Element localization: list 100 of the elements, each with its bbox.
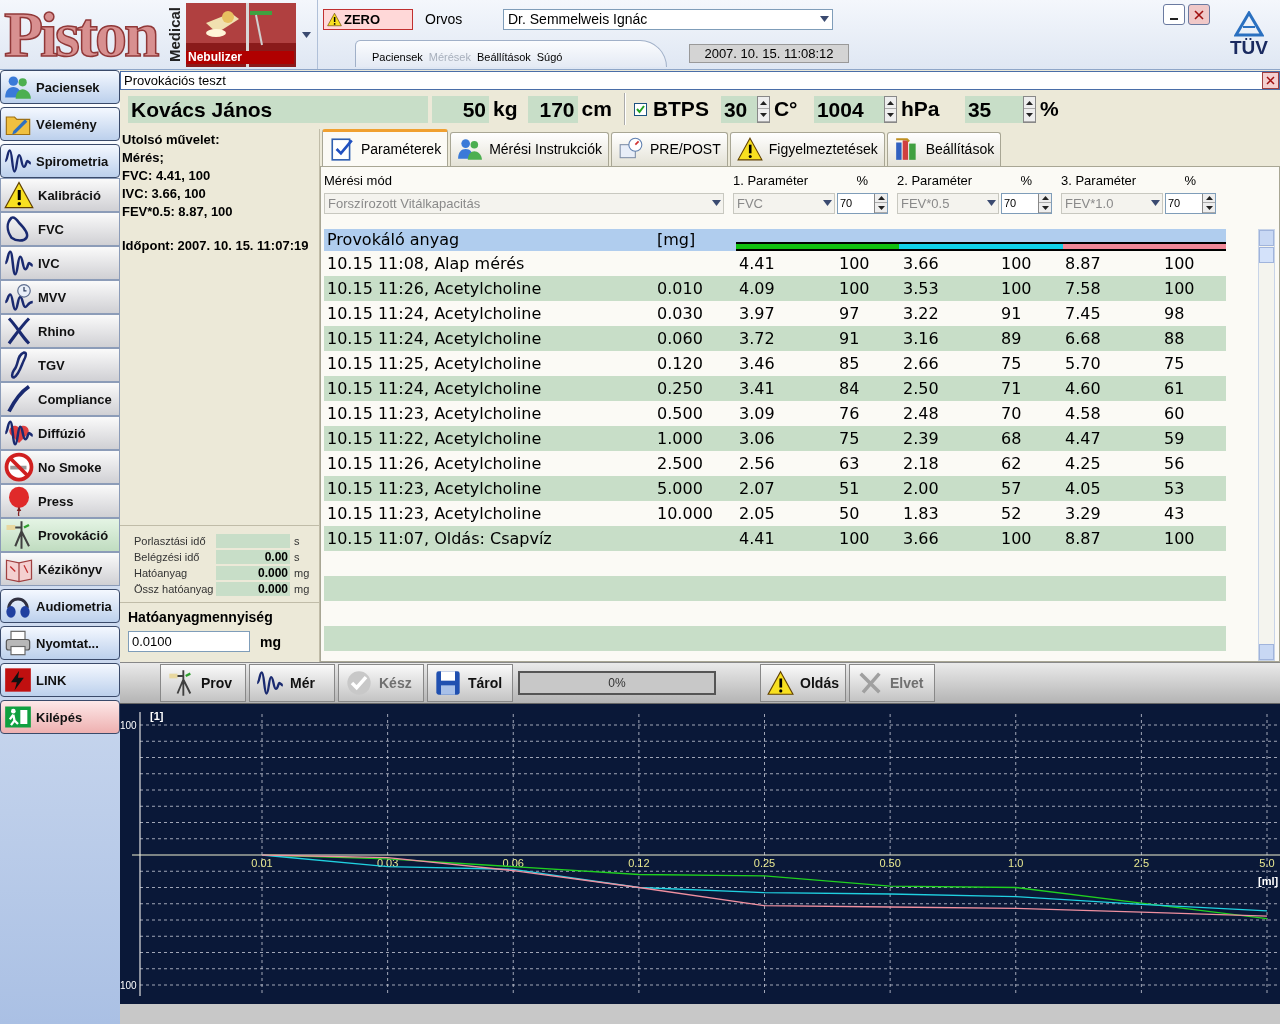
sidebar-item[interactable]: Compliance [0,382,120,416]
table-cell: 2.07 [739,478,775,498]
value-field: 0.000 [216,566,290,581]
btps-checkbox[interactable] [633,102,647,116]
caret-icon [1151,200,1160,207]
field-label: % [856,172,868,190]
tab[interactable]: Mérési Instrukciók [450,131,609,166]
amount-input[interactable]: 0.0100 [128,631,250,653]
table-cell: 3.53 [903,278,939,298]
table-cell: 0.060 [657,328,703,348]
sidebar-item[interactable]: Spirometria [0,144,120,178]
x-tick-label: 5.0 [1259,857,1275,870]
sidebar-item[interactable]: Provokáció [0,518,120,552]
amount-label: Hatóanyagmennyiség [128,609,274,626]
table-cell: 50 [839,503,860,523]
device-dropdown[interactable] [302,31,311,38]
menu-item[interactable]: Beállítások [476,51,531,63]
x-tick-label: 0.25 [753,857,776,870]
toolbar-button[interactable]: Prov [160,664,246,703]
table-cell: 7.45 [1065,303,1101,323]
spin-buttons[interactable] [1202,193,1215,213]
panel-title: Provokációs teszt [124,73,226,88]
field-label: Össz hatóanyag [134,583,215,596]
table-cell: 1.83 [903,503,939,523]
caret-icon [820,16,829,22]
people-icon [457,136,484,163]
caret-icon [823,200,832,207]
table-cell-text: 10.15 11:08, Alap mérés [326,253,526,273]
sidebar-item[interactable]: Rhino [0,314,120,348]
sidebar-item[interactable]: Vélemény [0,107,120,141]
zero-button[interactable]: ZERO [323,8,413,30]
sidebar-item[interactable]: FVC [0,212,120,246]
sidebar-item[interactable]: Kézikönyv [0,552,120,586]
info-text: Időpont: 2007. 10. 15. 11:07:19 [122,236,310,255]
table-cell: 61 [1164,378,1185,398]
table-cell: 53 [1164,478,1185,498]
table-cell: 3.41 [739,378,775,398]
toolbar-button[interactable]: Oldás [760,664,846,703]
table-cell-text: 10.15 11:25, Acetylcholine [326,353,543,373]
table-cell: 85 [839,353,860,373]
sidebar-item[interactable]: Audiometria [0,589,120,623]
sidebar-item[interactable]: LINK [0,663,120,697]
sidebar-item[interactable]: Kalibráció [0,178,120,212]
close-button[interactable] [1262,72,1279,89]
table-cell-text: 10.15 11:26, Acetylcholine [326,278,543,298]
close-icon [1266,76,1275,85]
unit-label: % [1038,97,1060,122]
info-text: Utolsó művelet: [122,130,221,149]
field-label: 1. Paraméter [733,172,809,190]
btps-label: BTPS [652,97,709,122]
tab[interactable]: Beállítások [886,131,1002,166]
minimize-icon [1170,17,1178,20]
table-cell: 2.48 [903,403,939,423]
table-cell: 3.46 [739,353,775,373]
tab[interactable]: Figyelmeztetések [729,131,885,166]
toolbar-button[interactable]: Tárol [427,664,513,703]
printer-icon [4,629,32,657]
sidebar-item[interactable]: TGV [0,348,120,382]
y-tick-label: 100 [120,720,137,732]
table-cell-text: 10.15 11:07, Oldás: Csapvíz [326,528,553,548]
table-cell: 98 [1164,303,1185,323]
table-cell-text: 10.15 11:24, Acetylcholine [326,303,543,323]
table-cell: 97 [839,303,860,323]
table-cell: 3.97 [739,303,775,323]
certification-logo-text: TÜV [1230,36,1268,59]
toolbar-button[interactable]: Mér [249,664,335,703]
sidebar-item[interactable]: Kilépés [0,700,120,734]
table-cell-text: 10.15 11:23, Acetylcholine [326,403,543,423]
menu-item[interactable]: Paciensek [372,51,423,63]
menu-item[interactable]: Súgó [536,51,563,63]
patient-name-field: Kovács János [128,95,428,123]
sidebar-item[interactable]: MVV [0,280,120,314]
table-cell-text: 10.15 11:26, Acetylcholine [326,453,543,473]
tab[interactable]: Paraméterek [322,128,449,166]
table-cell: 0.250 [657,378,703,398]
info-text: IVC: 3.66, 100 [122,184,207,203]
wave-icon [4,147,32,175]
table-cell: 4.09 [739,278,775,298]
x-tick-label: 0.50 [879,857,901,870]
table-cell: 76 [839,403,860,423]
table-cell: 3.66 [903,253,939,273]
doctor-select[interactable]: Dr. Semmelweis Ignác [503,8,833,30]
sidebar-item[interactable]: Diffúzió [0,416,120,450]
table-cell: 43 [1164,503,1185,523]
table-cell: 88 [1164,328,1185,348]
tab[interactable]: PRE/POST [610,131,728,166]
spin-buttons[interactable] [874,193,887,213]
table-cell: 3.09 [739,403,775,423]
sidebar-item[interactable]: IVC [0,246,120,280]
sidebar-item[interactable]: Press [0,484,120,518]
table-cell-text: 10.15 11:23, Acetylcholine [326,478,543,498]
column-header: [mg] [657,230,697,250]
spin-buttons[interactable] [1038,193,1051,213]
sidebar-item[interactable]: Paciensek [0,70,120,104]
progress-label: 0% [608,676,626,691]
sidebar-item[interactable]: Nyomtat... [0,626,120,660]
sidebar-item[interactable]: No Smoke [0,450,120,484]
close-button[interactable] [1188,4,1210,25]
scrollbar[interactable] [1258,228,1275,662]
minimize-button[interactable] [1163,4,1185,25]
